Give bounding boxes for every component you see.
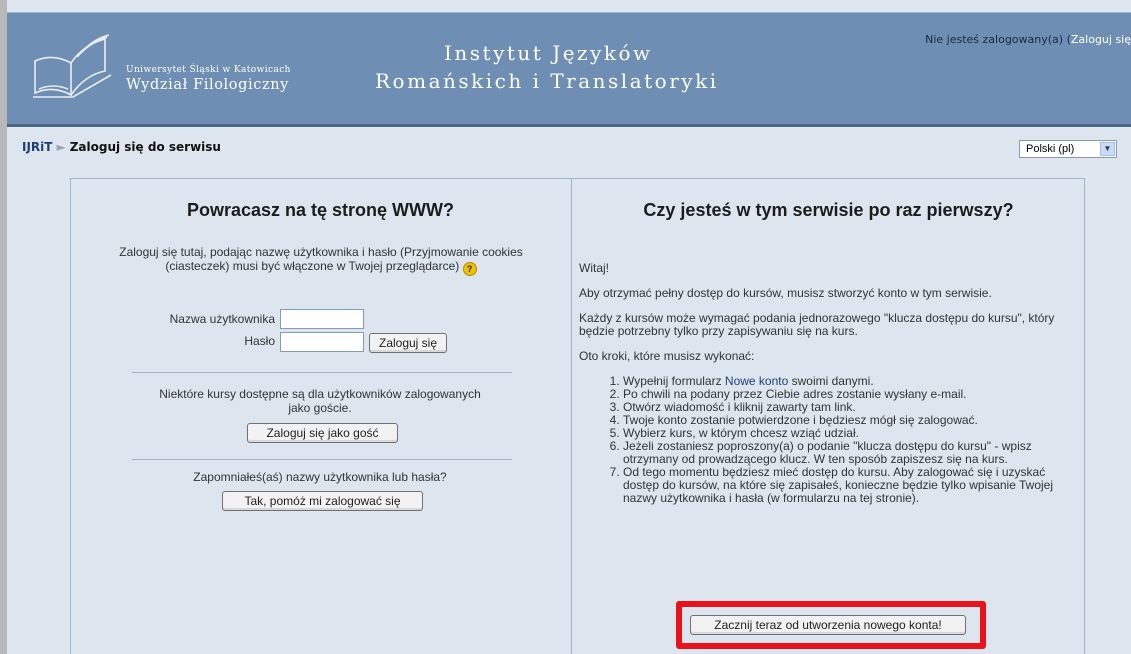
password-label: Hasło	[244, 334, 275, 348]
new-account-link[interactable]: Nowe konto	[725, 374, 788, 388]
password-input[interactable]	[280, 332, 364, 352]
paragraph-account: Aby otrzymać pełny dostęp do kursów, mus…	[579, 286, 992, 300]
section-divider	[132, 459, 512, 460]
chevron-down-icon[interactable]: ▼	[1100, 142, 1115, 156]
step1-text-end: swoimi danymi.	[788, 374, 874, 388]
guest-login-button[interactable]: Zaloguj się jako gość	[247, 423, 398, 443]
institute-title-line1: Instytut Języków	[444, 41, 653, 65]
breadcrumb-home-link[interactable]: IJRiT	[22, 140, 52, 154]
guest-description: Niektóre kursy dostępne są dla użytkowni…	[159, 387, 481, 415]
login-button[interactable]: Zaloguj się	[369, 333, 447, 353]
paragraph-steps-intro: Oto kroki, które musisz wykonać:	[579, 349, 755, 363]
institute-title-line2: Romańskich i Translatoryki	[375, 69, 719, 93]
login-status-text: Nie jesteś zalogowany(a) (	[925, 33, 1071, 46]
header-login-link[interactable]: Zaloguj się	[1071, 33, 1131, 46]
breadcrumb-separator-icon: ►	[56, 140, 66, 154]
login-description: Zaloguj się tutaj, podając nazwę użytkow…	[108, 245, 534, 276]
list-item: Jeżeli zostaniesz poproszony(a) o podani…	[623, 440, 1079, 466]
help-icon[interactable]: ?	[462, 262, 477, 276]
breadcrumb: IJRiT ► Zaloguj się do serwisu	[22, 140, 221, 154]
forgot-description: Zapomniałeś(aś) nazwy użytkownika lub ha…	[193, 470, 447, 484]
signup-instructions: Witaj! Aby otrzymać pełny dostęp do kurs…	[579, 262, 1079, 505]
section-divider	[132, 372, 512, 373]
open-book-logo-icon	[33, 34, 112, 98]
greeting: Witaj!	[579, 261, 609, 275]
language-select[interactable]: Polski (pl) ▼	[1019, 140, 1117, 158]
steps-list: Wypełnij formularz Nowe konto swoimi dan…	[579, 375, 1079, 505]
login-status: Nie jesteś zalogowany(a) (Zaloguj się	[831, 33, 1131, 46]
username-label: Nazwa użytkownika	[169, 312, 275, 326]
faculty-name: Wydział Filologiczny	[126, 77, 289, 93]
site-header: Uniwersytet Śląski w Katowicach Wydział …	[7, 12, 1131, 125]
breadcrumb-current: Zaloguj się do serwisu	[69, 140, 221, 154]
header-divider	[7, 124, 1131, 127]
highlight-box	[676, 601, 986, 649]
panel-divider	[571, 178, 572, 654]
returning-user-title: Powracasz na tę stronę WWW?	[186, 200, 455, 220]
list-item: Od tego momentu będziesz mieć dostęp do …	[623, 466, 1079, 505]
language-select-value: Polski (pl)	[1026, 143, 1075, 155]
new-user-title: Czy jesteś w tym serwisie po raz pierwsz…	[643, 200, 1014, 220]
university-name: Uniwersytet Śląski w Katowicach	[126, 65, 291, 75]
step1-text: Wypełnij formularz	[623, 374, 725, 388]
paragraph-course-key: Każdy z kursów może wymagać podania jedn…	[579, 311, 1055, 338]
username-input[interactable]	[280, 309, 364, 329]
forgot-password-button[interactable]: Tak, pomóż mi zalogować się	[222, 491, 423, 511]
